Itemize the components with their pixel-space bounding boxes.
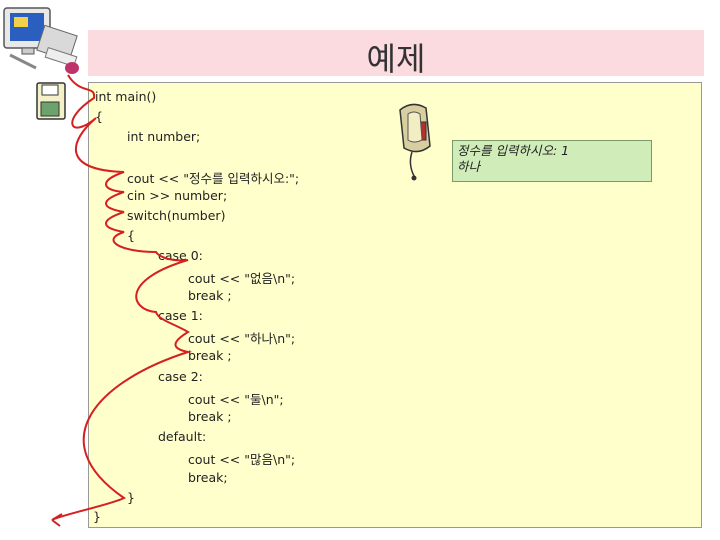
code-line: case 0: bbox=[158, 248, 203, 263]
slide-title: 예제 bbox=[366, 40, 426, 78]
code-line: cout << "없음\n"; bbox=[188, 271, 296, 286]
code-line: cout << "많음\n"; bbox=[188, 452, 296, 467]
code-line: default: bbox=[158, 429, 207, 444]
code-line: break ; bbox=[188, 409, 232, 424]
code-line: break ; bbox=[188, 348, 232, 363]
code-line: cin >> number; bbox=[127, 188, 228, 203]
code-line: cout << "둘\n"; bbox=[188, 392, 284, 407]
code-line: } bbox=[127, 490, 135, 505]
title-bar: 예제 bbox=[88, 30, 704, 78]
code-line: int main() bbox=[95, 89, 157, 104]
code-line: case 1: bbox=[158, 308, 203, 323]
code-line: } bbox=[93, 509, 101, 524]
code-line: { bbox=[127, 228, 135, 243]
code-line: break ; bbox=[188, 288, 232, 303]
code-line: cout << "하나\n"; bbox=[188, 331, 296, 346]
code-line: case 2: bbox=[158, 369, 203, 384]
console-output: 정수를 입력하시오: 1 하나 bbox=[452, 140, 652, 182]
console-line: 정수를 입력하시오: 1 bbox=[457, 143, 570, 158]
code-line: break; bbox=[188, 470, 228, 485]
computer-mouse-icon bbox=[399, 103, 431, 181]
code-line: { bbox=[95, 109, 103, 124]
floppy-disk-icon bbox=[36, 82, 66, 120]
computer-clipart-icon bbox=[3, 7, 79, 74]
code-line: switch(number) bbox=[127, 208, 226, 223]
console-line: 하나 bbox=[457, 159, 481, 174]
code-line: cout << "정수를 입력하시오:"; bbox=[127, 171, 300, 186]
code-line: int number; bbox=[127, 129, 201, 144]
